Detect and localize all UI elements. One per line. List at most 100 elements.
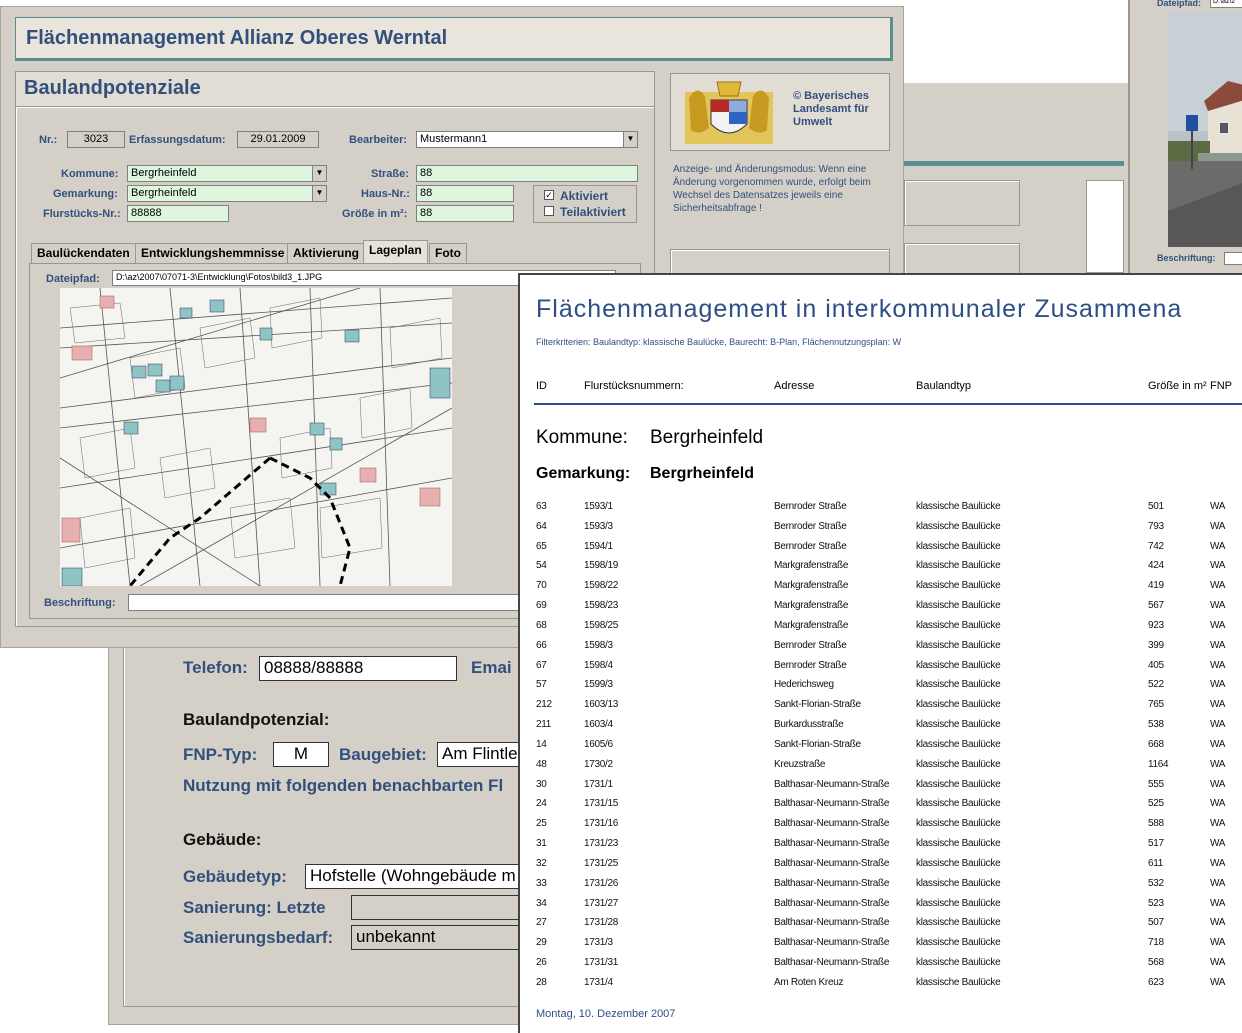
tab-aktivierung[interactable]: Aktivierung <box>287 243 366 263</box>
table-cell-adr: Balthasar-Neumann-Straße <box>774 778 890 790</box>
app-title: Flächenmanagement Allianz Oberes Werntal <box>26 27 448 49</box>
table-cell-id: 212 <box>536 699 552 711</box>
flurstueck-field[interactable]: 88888 <box>127 205 229 222</box>
table-row: 32 1731/25 Balthasar-Neumann-Straße klassis… <box>520 858 1242 877</box>
table-cell-fnp: WA <box>1210 501 1226 512</box>
bearbeiter-value: Mustermann1 <box>420 133 488 145</box>
table-cell-typ: klassische Baulücke <box>916 798 1001 810</box>
tab-baulueckendaten[interactable]: Baulückendaten <box>31 243 136 263</box>
table-cell-fl: 1598/23 <box>584 600 619 612</box>
table-cell-adr: Balthasar-Neumann-Straße <box>774 838 890 850</box>
table-cell-adr: Bernroder Straße <box>774 520 847 532</box>
table-cell-fl: 1603/4 <box>584 719 613 731</box>
tab-entwicklungshemmnisse[interactable]: Entwicklungshemmnisse <box>135 243 291 263</box>
table-cell-id: 65 <box>536 540 547 552</box>
table-cell-typ: klassische Baulücke <box>916 659 1001 671</box>
sanierungsbedarf-field[interactable]: unbekannt <box>351 925 527 950</box>
table-cell-typ: klassische Baulücke <box>916 976 1001 988</box>
photo-window: Dateipfad: D:\az\2 Beschriftung: <box>1128 0 1242 278</box>
table-cell-fnp: WA <box>1210 699 1226 711</box>
table-row: 34 1731/27 Balthasar-Neumann-Straße klassis… <box>520 898 1242 917</box>
table-cell-typ: klassische Baulücke <box>916 957 1001 969</box>
telefon-field[interactable]: 08888/88888 <box>259 656 457 681</box>
aktiviert-checkbox[interactable]: ✓ <box>544 190 554 200</box>
table-cell-typ: klassische Baulücke <box>916 619 1001 631</box>
table-cell-typ: klassische Baulücke <box>916 600 1001 612</box>
table-cell-fl: 1731/28 <box>584 917 619 929</box>
groesse-field[interactable]: 88 <box>416 205 514 222</box>
table-cell-typ: klassische Baulücke <box>916 540 1001 552</box>
table-cell-id: 26 <box>536 957 547 969</box>
table-cell-fnp: WA <box>1210 639 1226 651</box>
table-cell-adr: Markgrafenstraße <box>774 580 849 592</box>
table-row: 65 1594/1 Bernroder Straße klassische Baulü… <box>520 541 1242 560</box>
table-cell-fl: 1599/3 <box>584 679 613 691</box>
table-cell-typ: klassische Baulücke <box>916 520 1001 532</box>
table-cell-fl: 1598/19 <box>584 560 619 572</box>
teilaktiviert-checkbox[interactable] <box>544 206 554 216</box>
table-cell-id: 32 <box>536 857 547 869</box>
table-cell-adr: Balthasar-Neumann-Straße <box>774 937 890 949</box>
table-cell-id: 67 <box>536 659 547 671</box>
table-cell-fl: 1598/25 <box>584 619 619 631</box>
table-row: 212 1603/13 Sankt-Florian-Straße klassische… <box>520 699 1242 718</box>
chevron-down-icon[interactable]: ▼ <box>312 166 326 181</box>
table-cell-typ: klassische Baulücke <box>916 937 1001 949</box>
report-gemarkung-value: Bergrheinfeld <box>650 465 755 482</box>
fnp-typ-field[interactable]: M <box>273 742 329 767</box>
nr-label: Nr.: <box>39 134 58 146</box>
aktiviert-label: Aktiviert <box>560 189 609 203</box>
bearbeiter-label: Bearbeiter: <box>349 134 408 146</box>
table-cell-fl: 1730/2 <box>584 758 613 770</box>
nutzung-text: Nutzung mit folgenden benachbarten Fl <box>183 776 504 795</box>
photo-dateipfad-field[interactable]: D:\az\2 <box>1210 0 1242 8</box>
gemarkung-select[interactable]: Bergrheinfeld ▼ <box>127 185 327 202</box>
strasse-field[interactable]: 88 <box>416 165 638 182</box>
tab-foto[interactable]: Foto <box>429 243 467 263</box>
tab-lageplan[interactable]: Lageplan <box>363 240 428 263</box>
table-cell-adr: Balthasar-Neumann-Straße <box>774 798 890 810</box>
nr-field[interactable]: 3023 <box>67 131 125 148</box>
table-cell-fl: 1603/13 <box>584 699 619 711</box>
table-row: 30 1731/1 Balthasar-Neumann-Straße klassisc… <box>520 779 1242 798</box>
erfassungsdatum-field[interactable]: 29.01.2009 <box>237 131 319 148</box>
table-cell-fl: 1598/3 <box>584 639 613 651</box>
table-cell-typ: klassische Baulücke <box>916 580 1001 592</box>
table-cell-gr: 419 <box>1148 580 1164 592</box>
table-cell-adr: Am Roten Kreuz <box>774 976 844 988</box>
table-cell-fl: 1731/15 <box>584 798 619 810</box>
table-cell-fnp: WA <box>1210 679 1226 691</box>
hausnr-field[interactable]: 88 <box>416 185 514 202</box>
table-cell-gr: 568 <box>1148 957 1164 969</box>
bearbeiter-select[interactable]: Mustermann1 ▼ <box>416 131 638 148</box>
table-cell-id: 48 <box>536 758 547 770</box>
table-row: 211 1603/4 Burkardusstraße klassische Baulü… <box>520 719 1242 738</box>
col-id: ID <box>536 380 547 392</box>
table-cell-gr: 507 <box>1148 917 1164 929</box>
table-cell-fnp: WA <box>1210 838 1226 850</box>
table-cell-fnp: WA <box>1210 520 1226 532</box>
report-kommune-value: Bergrheinfeld <box>650 427 764 448</box>
gebaeudetyp-field[interactable]: Hofstelle (Wohngebäude m <box>305 864 525 889</box>
erfassungsdatum-label: Erfassungsdatum: <box>129 134 226 146</box>
chevron-down-icon[interactable]: ▼ <box>623 132 637 147</box>
back-window-rule <box>904 161 1124 166</box>
teilaktiviert-label: Teilaktiviert <box>560 205 626 219</box>
info-text: Anzeige- und Änderungsmodus: Wenn eine Ä… <box>673 164 871 214</box>
table-cell-id: 69 <box>536 600 547 612</box>
chevron-down-icon[interactable]: ▼ <box>312 186 326 201</box>
baugebiet-field[interactable]: Am Flintle <box>437 742 527 767</box>
sanierung-field[interactable] <box>351 895 527 920</box>
photo-beschriftung-field[interactable] <box>1224 252 1242 265</box>
table-row: 64 1593/3 Bernroder Straße klassische Baulü… <box>520 521 1242 540</box>
table-cell-gr: 525 <box>1148 798 1164 810</box>
table-row: 29 1731/3 Balthasar-Neumann-Straße klassisc… <box>520 937 1242 956</box>
table-cell-adr: Burkardusstraße <box>774 719 844 731</box>
table-cell-id: 70 <box>536 580 547 592</box>
kommune-select[interactable]: Bergrheinfeld ▼ <box>127 165 327 182</box>
table-cell-adr: Markgrafenstraße <box>774 619 849 631</box>
photo-beschriftung-label: Beschriftung: <box>1157 253 1216 263</box>
table-cell-typ: klassische Baulücke <box>916 857 1001 869</box>
gebaeudetyp-label: Gebäudetyp: <box>183 867 287 886</box>
table-cell-gr: 793 <box>1148 520 1164 532</box>
